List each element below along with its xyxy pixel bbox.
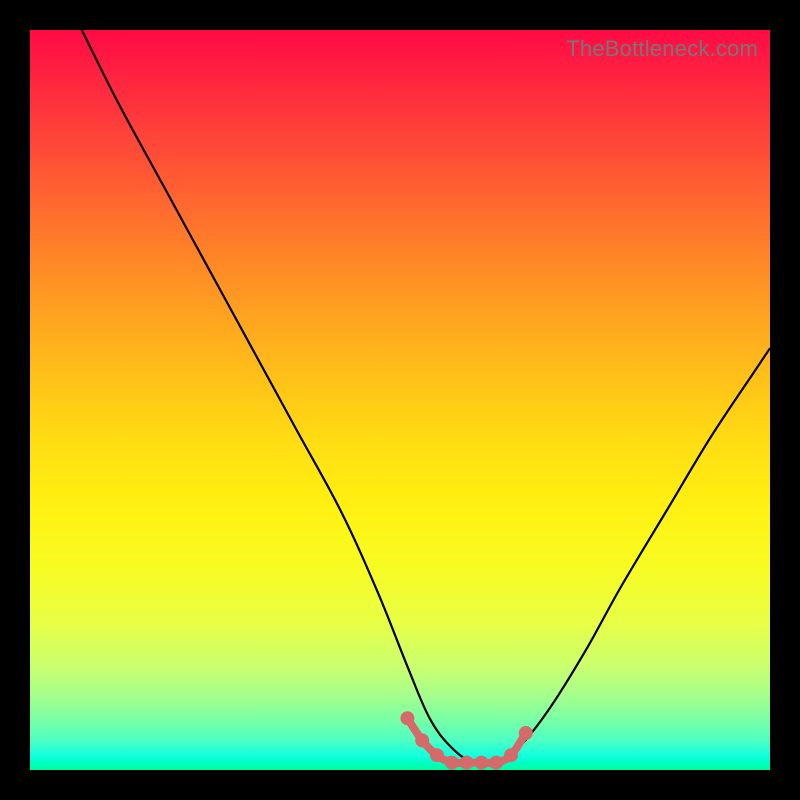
valley-marker-dot: [489, 756, 503, 770]
valley-marker-dot: [519, 726, 533, 740]
plot-area: TheBottleneck.com: [30, 30, 770, 770]
valley-marker-dot: [415, 733, 429, 747]
valley-marker-dot: [445, 756, 459, 770]
bottleneck-curve: [82, 30, 770, 765]
valley-marker-dot: [460, 756, 474, 770]
valley-marker-dot: [504, 748, 518, 762]
valley-marker-dot: [430, 748, 444, 762]
valley-marker-dot: [474, 756, 488, 770]
valley-marker-dot: [400, 711, 414, 725]
chart-frame: TheBottleneck.com: [0, 0, 800, 800]
valley-marker-dots: [400, 711, 532, 769]
curve-layer: [30, 30, 770, 770]
